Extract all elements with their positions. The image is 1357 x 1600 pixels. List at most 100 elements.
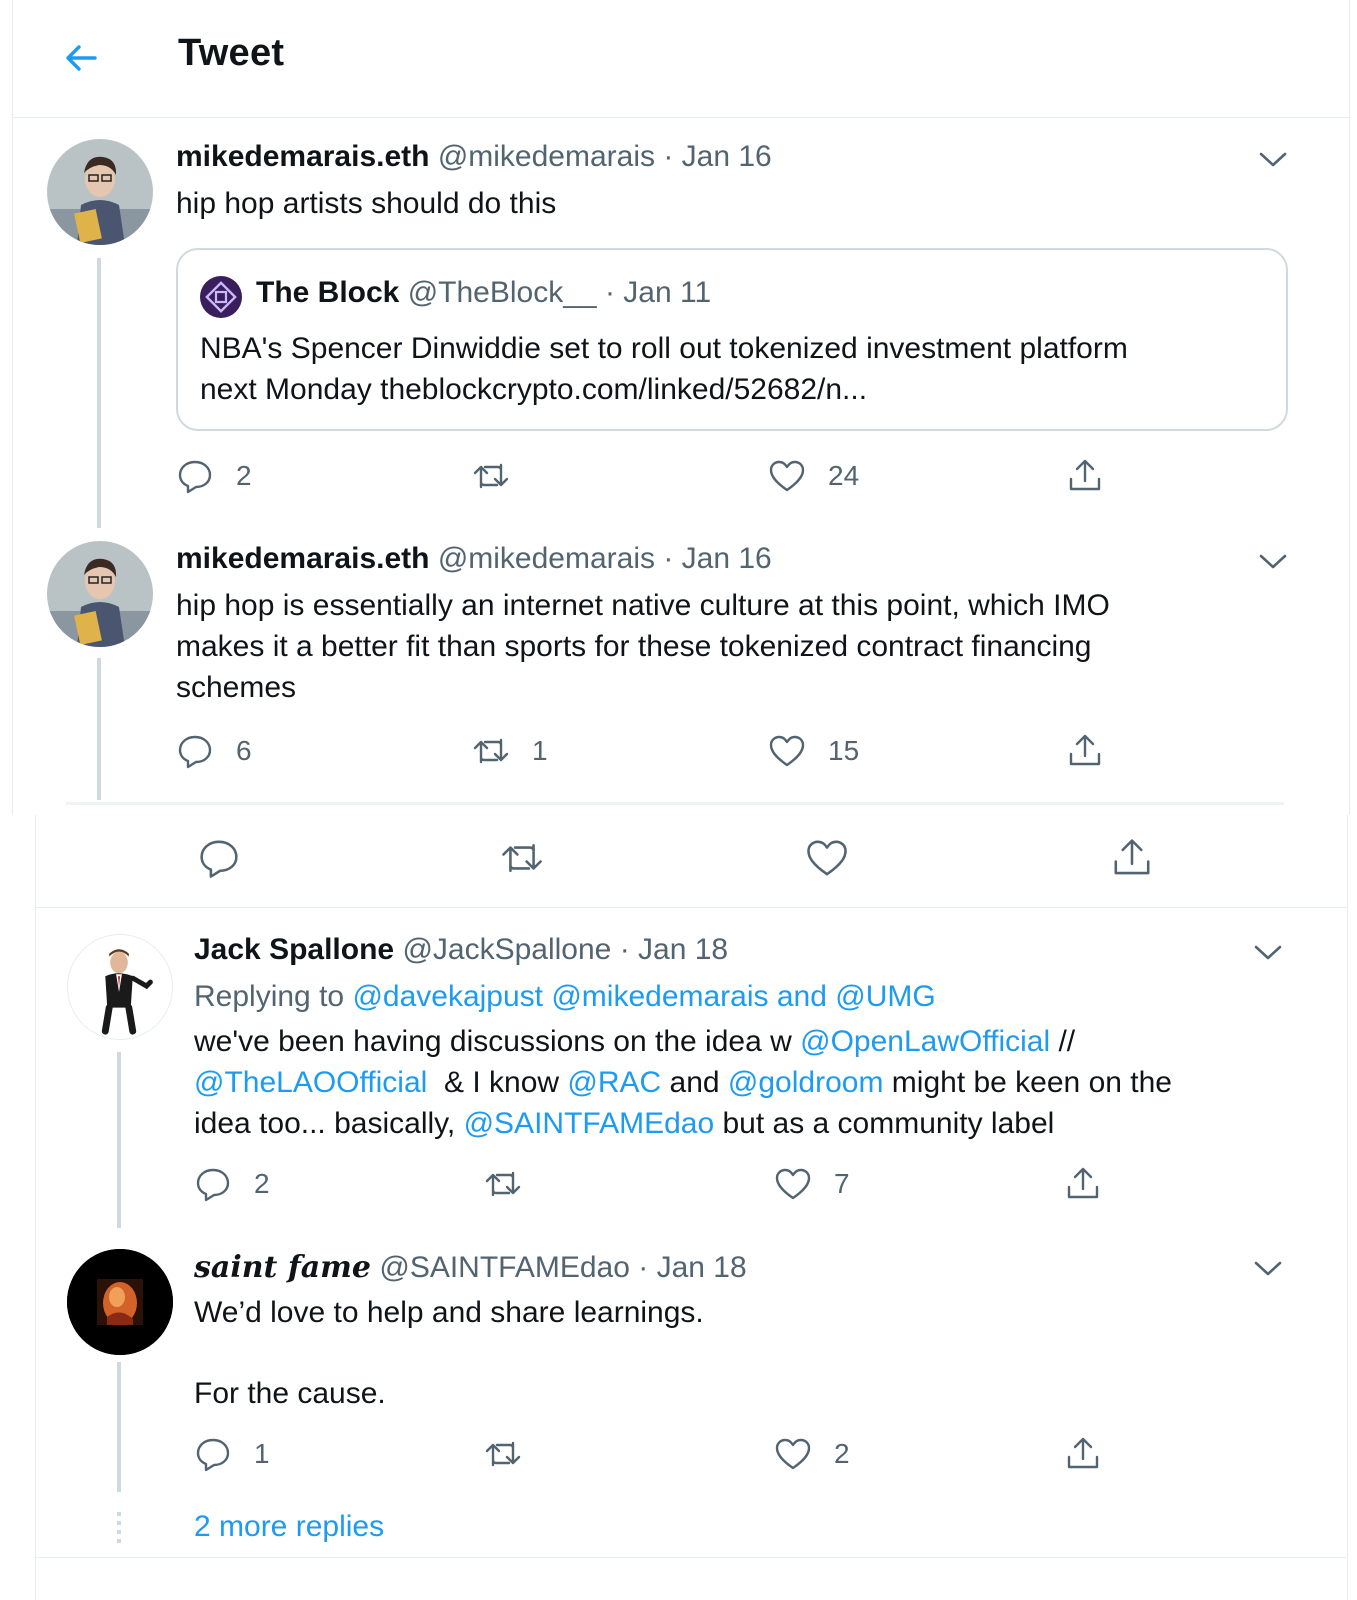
author-name[interactable]: saint fame <box>194 1250 371 1285</box>
chevron-down-icon[interactable] <box>1253 1260 1283 1278</box>
like-button[interactable]: 2 <box>774 1435 850 1473</box>
like-count: 7 <box>834 1168 850 1199</box>
thread-line <box>117 1362 121 1492</box>
more-replies-link[interactable]: 2 more replies <box>194 1510 384 1544</box>
replying-to-users[interactable]: @davekajpust @mikedemarais and @UMG <box>352 980 935 1013</box>
author-handle[interactable]: @mikedemarais <box>438 140 655 173</box>
page-title: Tweet <box>178 32 285 74</box>
text-span: // <box>1050 1025 1076 1058</box>
reply-icon <box>178 735 212 769</box>
the-block-logo-icon <box>200 276 242 318</box>
like-icon <box>769 460 805 492</box>
tweet-date[interactable]: · Jan 18 <box>638 1251 746 1284</box>
retweet-button[interactable] <box>484 1165 544 1203</box>
replying-to-label: Replying to <box>194 980 345 1013</box>
tweet-text-line: schemes <box>176 671 297 704</box>
reply-button[interactable] <box>197 836 241 880</box>
thread-dotted-line <box>117 1512 121 1546</box>
author-handle[interactable]: @SAINTFAMEdao <box>379 1251 630 1284</box>
like-count: 2 <box>834 1438 850 1469</box>
avatar[interactable] <box>67 1249 173 1355</box>
retweet-icon <box>485 1171 521 1197</box>
like-icon <box>769 735 805 767</box>
retweet-button[interactable] <box>484 1435 544 1473</box>
avatar[interactable] <box>67 934 173 1040</box>
reply-count: 2 <box>236 460 252 491</box>
share-icon <box>1069 734 1101 766</box>
chevron-down-icon[interactable] <box>1253 944 1283 962</box>
mention-link[interactable]: @RAC <box>567 1066 661 1099</box>
tweet-header: saint fame @SAINTFAMEdao · Jan 18 <box>194 1250 747 1285</box>
divider <box>36 1557 1346 1558</box>
tweet-date[interactable]: · Jan 16 <box>663 140 771 173</box>
share-button[interactable] <box>1110 836 1154 880</box>
text-span: and <box>661 1066 728 1099</box>
tweet-text-line: @TheLAOOfficial & I know @RAC and @goldr… <box>194 1062 1172 1103</box>
thread-line <box>97 258 101 528</box>
divider <box>36 907 1346 908</box>
tweet-header: mikedemarais.eth @mikedemarais · Jan 16 <box>176 542 772 576</box>
retweet-icon <box>473 738 509 764</box>
retweet-button[interactable] <box>472 457 532 495</box>
avatar-jack-icon <box>68 935 172 1039</box>
like-count: 15 <box>828 735 860 766</box>
avatar[interactable] <box>47 541 153 647</box>
tweet-text-line: idea too... basically, @SAINTFAMEdao but… <box>194 1103 1172 1144</box>
like-button[interactable] <box>805 836 849 880</box>
like-button[interactable]: 24 <box>768 457 859 495</box>
share-icon <box>1067 1437 1099 1469</box>
share-button[interactable] <box>1066 732 1104 770</box>
retweet-button[interactable]: 1 <box>472 732 548 770</box>
like-count: 24 <box>828 460 860 491</box>
quote-author-handle: @TheBlock__ <box>407 276 597 309</box>
avatar[interactable] <box>47 139 153 245</box>
like-button[interactable]: 7 <box>774 1165 850 1203</box>
like-icon <box>775 1438 811 1470</box>
chevron-down-icon[interactable] <box>1258 553 1288 571</box>
reply-button[interactable]: 2 <box>176 457 252 495</box>
tweet-header: mikedemarais.eth @mikedemarais · Jan 16 <box>176 140 772 174</box>
author-handle[interactable]: @mikedemarais <box>438 542 655 575</box>
mention-link[interactable]: @SAINTFAMEdao <box>464 1107 715 1140</box>
divider <box>66 802 1284 805</box>
mention-link[interactable]: @OpenLawOfficial <box>800 1025 1050 1058</box>
tweet-date[interactable]: · Jan 18 <box>620 933 728 966</box>
author-handle[interactable]: @JackSpallone <box>402 933 611 966</box>
tweet-text-line: We’d love to help and share learnings. <box>194 1296 704 1329</box>
retweet-icon <box>473 463 509 489</box>
share-icon <box>1114 839 1150 875</box>
replying-to: Replying to @davekajpust @mikedemarais a… <box>194 976 936 1017</box>
share-button[interactable] <box>1064 1435 1102 1473</box>
avatar-mike-icon <box>47 541 153 647</box>
reply-count: 2 <box>254 1168 270 1199</box>
reply-button[interactable]: 2 <box>194 1165 270 1203</box>
mention-link[interactable]: @goldroom <box>728 1066 884 1099</box>
reply-button[interactable]: 6 <box>176 732 252 770</box>
tweet-text-line: hip hop is essentially an internet nativ… <box>176 589 1110 622</box>
back-arrow-icon[interactable] <box>61 38 101 78</box>
author-name[interactable]: mikedemarais.eth <box>176 542 429 575</box>
author-name[interactable]: Jack Spallone <box>194 933 394 966</box>
share-button[interactable] <box>1064 1165 1102 1203</box>
mention-link[interactable]: @TheLAOOfficial <box>194 1066 427 1099</box>
retweet-icon <box>485 1441 521 1467</box>
reply-icon <box>200 840 238 878</box>
like-button[interactable]: 15 <box>768 732 859 770</box>
retweet-button[interactable] <box>500 836 544 880</box>
share-button[interactable] <box>1066 457 1104 495</box>
tweet-text: hip hop artists should do this <box>176 187 557 220</box>
author-name[interactable]: mikedemarais.eth <box>176 140 429 173</box>
quote-header: The Block @TheBlock__ · Jan 11 <box>256 276 711 310</box>
tweet-date[interactable]: · Jan 16 <box>663 542 771 575</box>
reply-count: 1 <box>254 1438 270 1469</box>
quote-text-line: NBA's Spencer Dinwiddie set to roll out … <box>200 332 1128 365</box>
chevron-down-icon[interactable] <box>1258 151 1288 169</box>
quote-text: NBA's Spencer Dinwiddie set to roll out … <box>200 328 1128 410</box>
reply-icon <box>196 1438 230 1472</box>
reply-button[interactable]: 1 <box>194 1435 270 1473</box>
quoted-tweet[interactable]: The Block @TheBlock__ · Jan 11 NBA's Spe… <box>176 248 1288 431</box>
text-span: but as a community label <box>714 1107 1055 1140</box>
tweet-text: we've been having discussions on the ide… <box>194 1021 1172 1144</box>
reply-icon <box>178 460 212 494</box>
text-span: & I know <box>427 1066 568 1099</box>
